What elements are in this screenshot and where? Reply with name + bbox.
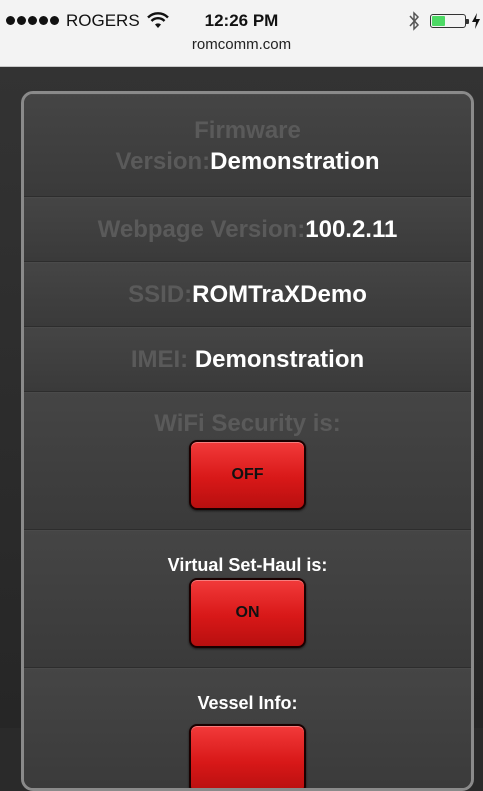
ssid-label: SSID: (128, 281, 193, 308)
charging-icon (472, 13, 480, 29)
imei-label: IMEI: (130, 346, 195, 373)
virtual-set-haul-toggle-button[interactable]: ON (189, 578, 306, 648)
ssid-row: SSID:ROMTraXDemo (24, 262, 471, 327)
vessel-info-row: Vessel Info: (24, 668, 471, 788)
virtual-set-haul-label: Virtual Set-Haul is: (167, 555, 328, 575)
battery-nub (466, 19, 469, 24)
address-url[interactable]: romcomm.com (0, 36, 483, 53)
firmware-version-row: Firmware Version:Demonstration (24, 94, 471, 197)
firmware-version-value: Demonstration (210, 148, 380, 175)
status-bar: ROGERS 12:26 PM romcomm.com (0, 0, 483, 67)
imei-row: IMEI: Demonstration (24, 327, 471, 392)
wifi-security-label: WiFi Security is: (154, 410, 341, 437)
webpage-version-line: Webpage Version:100.2.11 (24, 215, 471, 248)
imei-value: Demonstration (194, 346, 365, 373)
wifi-security-toggle-button[interactable]: OFF (189, 440, 306, 510)
firmware-version-label: Version: (115, 148, 211, 175)
battery-level-fill (432, 16, 445, 26)
webpage-version-row: Webpage Version:100.2.11 (24, 197, 471, 262)
vessel-info-button[interactable] (189, 724, 306, 788)
virtual-set-haul-row: Virtual Set-Haul is: ON (24, 530, 471, 668)
status-bar-row: ROGERS 12:26 PM (0, 10, 483, 34)
ssid-value: ROMTraXDemo (192, 281, 367, 308)
imei-line: IMEI: Demonstration (24, 345, 471, 378)
webpage-version-value: 100.2.11 (305, 216, 398, 243)
webpage-version-label: Webpage Version: (97, 216, 306, 243)
firmware-label: Firmware (194, 117, 301, 144)
device-info-panel: Firmware Version:Demonstration Webpage V… (21, 91, 474, 791)
firmware-line: Version:Demonstration (24, 147, 471, 180)
battery-icon (430, 14, 466, 28)
vessel-info-label: Vessel Info: (197, 693, 298, 713)
ssid-line: SSID:ROMTraXDemo (24, 280, 471, 313)
bluetooth-icon (409, 11, 420, 31)
wifi-security-row: WiFi Security is: OFF (24, 392, 471, 530)
